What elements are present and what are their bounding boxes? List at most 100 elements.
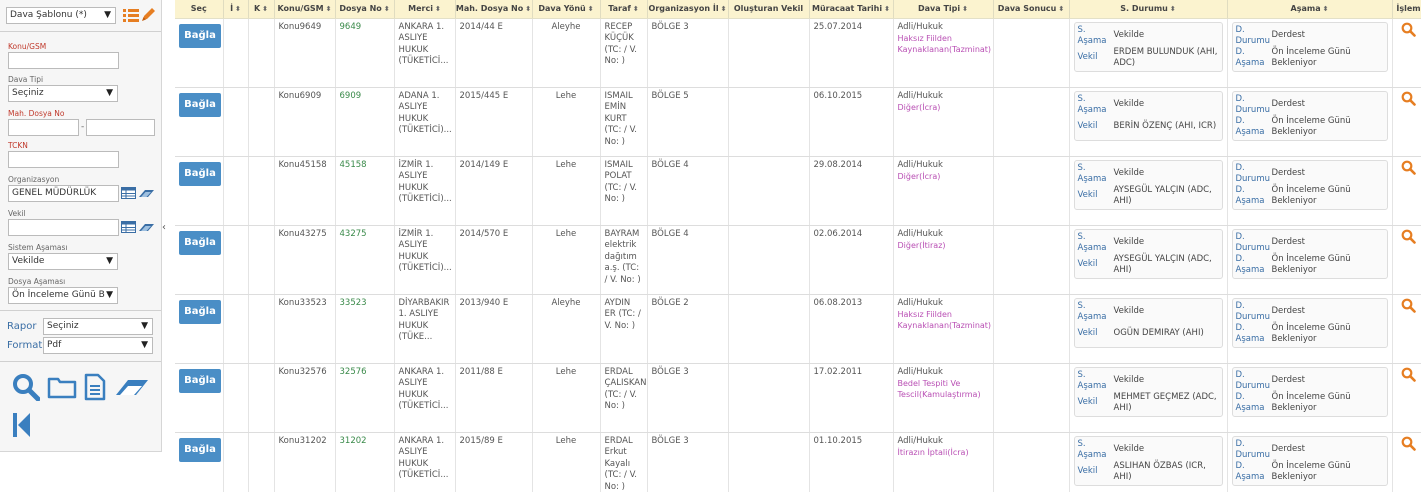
olusturan-vekil-cell — [728, 225, 810, 295]
dosya-no-cell[interactable]: 43275 — [335, 225, 395, 295]
sort-icon[interactable]: ⬍ — [435, 5, 441, 13]
format-select[interactable]: Pdf ▼ — [43, 337, 153, 354]
olusturan-vekil-cell — [728, 294, 810, 364]
bagla-button[interactable]: Bağla — [179, 368, 221, 393]
table-row: Bağla Konu31202 31202 ANKARA 1. ASLIYE HUKU… — [175, 432, 1421, 492]
sort-icon[interactable]: ⬍ — [588, 5, 594, 13]
sort-icon[interactable]: ⬍ — [326, 5, 332, 13]
bagla-button[interactable]: Bağla — [179, 23, 221, 48]
magnifier-icon[interactable] — [1401, 436, 1416, 455]
chevron-down-icon: ▼ — [106, 88, 113, 98]
sort-icon[interactable]: ⬍ — [1058, 5, 1064, 13]
column-header[interactable]: İ ⬍ — [223, 0, 249, 19]
rapor-select[interactable]: Seçiniz ▼ — [43, 318, 153, 335]
dosya-no-cell[interactable]: 6909 — [335, 87, 395, 157]
dava-tipi-main: Adli/Hukuk — [897, 228, 943, 239]
column-header[interactable]: Konu/GSM ⬍ — [274, 0, 336, 19]
mah-dosya-no-input-2[interactable] — [86, 119, 155, 136]
column-header-label: Dava Tipi — [918, 4, 961, 14]
search-icon[interactable] — [12, 373, 41, 404]
column-header[interactable]: Seç — [175, 0, 224, 19]
dava-yonu-cell: Aleyhe — [532, 18, 601, 88]
list-icon[interactable] — [123, 8, 139, 25]
eraser-icon[interactable] — [138, 187, 155, 202]
column-header[interactable]: Taraf ⬍ — [600, 0, 648, 19]
magnifier-icon[interactable] — [1401, 298, 1416, 317]
sort-icon[interactable]: ⬍ — [235, 5, 241, 13]
first-page-icon[interactable] — [12, 411, 32, 442]
column-header[interactable]: İşlem — [1392, 0, 1421, 19]
template-select[interactable]: Dava Şablonu (*) ▼ — [6, 7, 116, 24]
s-durumu-box: S. Aşama Vekilde Vekil AYSEGÜL YALÇIN (ADC,… — [1073, 228, 1223, 279]
dosya-no-cell[interactable]: 45158 — [335, 156, 395, 226]
bagla-button[interactable]: Bağla — [179, 92, 221, 117]
column-header[interactable]: Dosya No ⬍ — [335, 0, 395, 19]
sort-icon[interactable]: ⬍ — [525, 5, 531, 13]
pencil-icon[interactable] — [141, 7, 156, 25]
mah-dosya-no-input-1[interactable] — [8, 119, 79, 136]
table-row: Bağla Konu33523 33523 DİYARBAKIR 1. ASLIYE … — [175, 294, 1421, 364]
s-durumu-box: S. Aşama Vekilde Vekil ASLIHAN ÖZBAS (ICR, … — [1073, 435, 1223, 486]
column-header[interactable]: Dava Sonucu ⬍ — [993, 0, 1070, 19]
s-durumu-cell: S. Aşama Vekilde Vekil ASLIHAN ÖZBAS (ICR, … — [1069, 432, 1228, 492]
konu-cell: Konu32576 — [274, 363, 336, 433]
sort-icon[interactable]: ⬍ — [962, 5, 968, 13]
sort-icon[interactable]: ⬍ — [1170, 5, 1176, 13]
column-header[interactable]: Dava Yönü ⬍ — [532, 0, 601, 19]
sort-icon[interactable]: ⬍ — [633, 5, 639, 13]
column-header[interactable]: Organizasyon İl ⬍ — [647, 0, 729, 19]
magnifier-icon[interactable] — [1401, 22, 1416, 41]
document-icon[interactable] — [84, 373, 106, 404]
organizasyon-input[interactable]: GENEL MÜDÜRLÜK — [8, 185, 119, 202]
dosya-no-cell[interactable]: 9649 — [335, 18, 395, 88]
s-durumu-box: S. Aşama Vekilde Vekil OGÜN DEMIRAY (AHI) — [1073, 297, 1223, 348]
table-icon[interactable] — [121, 187, 136, 202]
app: Dava Şablonu (*) ▼ Konu/GSM Dava Tipi Se… — [0, 0, 1421, 492]
eraser-icon[interactable] — [114, 377, 150, 400]
magnifier-icon[interactable] — [1401, 91, 1416, 110]
column-header-label: Taraf — [608, 4, 631, 14]
column-header[interactable]: Merci ⬍ — [394, 0, 456, 19]
vekil-label: Vekil — [1077, 52, 1098, 62]
dosya-no-cell[interactable]: 32576 — [335, 363, 395, 433]
column-header-label: Dosya No — [339, 4, 382, 14]
sort-icon[interactable]: ⬍ — [721, 5, 727, 13]
mah-dosya-no-cell: 2015/445 E — [455, 87, 533, 157]
dosya-no-cell[interactable]: 33523 — [335, 294, 395, 364]
magnifier-icon[interactable] — [1401, 229, 1416, 248]
sort-icon[interactable]: ⬍ — [884, 5, 890, 13]
bagla-button[interactable]: Bağla — [179, 161, 221, 186]
column-header[interactable]: S. Durumu ⬍ — [1069, 0, 1228, 19]
s-durumu-box: S. Aşama Vekilde Vekil MEHMET GEÇMEZ (ADC, … — [1073, 366, 1223, 417]
dava-tipi-select[interactable]: Seçiniz ▼ — [8, 85, 118, 102]
bagla-button[interactable]: Bağla — [179, 230, 221, 255]
column-header[interactable]: Aşama ⬍ — [1227, 0, 1393, 19]
bagla-button[interactable]: Bağla — [179, 299, 221, 324]
magnifier-icon[interactable] — [1401, 367, 1416, 386]
sort-icon[interactable]: ⬍ — [1323, 5, 1329, 13]
tckn-input[interactable] — [8, 151, 119, 168]
organizasyon-cell: BÖLGE 4 — [647, 225, 729, 295]
konu-gsm-input[interactable] — [8, 52, 119, 69]
d-durumu-value: Derdest — [1271, 306, 1306, 316]
dosya-asamasi-label: Dosya Aşaması — [8, 277, 66, 286]
folder-icon[interactable] — [47, 375, 77, 402]
dosya-no-cell[interactable]: 31202 — [335, 432, 395, 492]
column-header[interactable]: Dava Tipi ⬍ — [893, 0, 994, 19]
column-header[interactable]: Oluşturan Vekil — [728, 0, 810, 19]
column-header[interactable]: K ⬍ — [248, 0, 275, 19]
rapor-label: Rapor — [7, 321, 37, 332]
sort-icon[interactable]: ⬍ — [262, 5, 268, 13]
sort-icon[interactable]: ⬍ — [384, 5, 390, 13]
column-header[interactable]: Mah. Dosya No ⬍ — [455, 0, 533, 19]
sistem-asamasi-select[interactable]: Vekilde ▼ — [8, 253, 118, 270]
organizasyon-cell: BÖLGE 3 — [647, 432, 729, 492]
collapse-arrow-icon[interactable]: ‹ — [162, 222, 166, 233]
eraser-icon[interactable] — [138, 221, 155, 236]
table-icon[interactable] — [121, 221, 136, 236]
column-header[interactable]: Müracaat Tarihi ⬍ — [809, 0, 894, 19]
vekil-input[interactable] — [8, 219, 119, 236]
dosya-asamasi-select[interactable]: Ön İnceleme Günü B ▼ — [8, 287, 118, 304]
bagla-button[interactable]: Bağla — [179, 437, 221, 462]
magnifier-icon[interactable] — [1401, 160, 1416, 179]
